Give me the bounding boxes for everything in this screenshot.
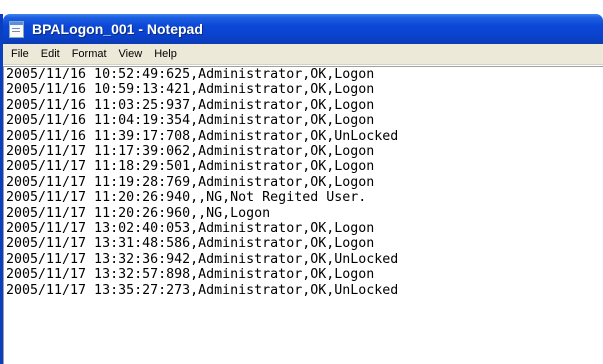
text-line: 2005/11/16 11:03:25:937,Administrator,OK…: [6, 97, 375, 113]
text-line: 2005/11/16 11:39:17:708,Administrator,OK…: [6, 128, 399, 144]
text-line: 2005/11/16 10:59:13:421,Administrator,OK…: [6, 82, 375, 98]
text-editor[interactable]: 2005/11/16 10:52:49:625,Administrator,OK…: [3, 66, 603, 364]
text-line: 2005/11/17 13:32:57:898,Administrator,OK…: [6, 267, 375, 283]
title-bar[interactable]: BPALogon_001 - Notepad: [3, 14, 603, 44]
text-line: 2005/11/17 11:20:26:960,,NG,Logon: [6, 205, 271, 221]
text-line: 2005/11/17 11:17:39:062,Administrator,OK…: [6, 144, 375, 160]
text-line: 2005/11/17 11:19:28:769,Administrator,OK…: [6, 174, 375, 190]
menu-edit[interactable]: Edit: [35, 44, 66, 64]
menu-file[interactable]: File: [5, 44, 35, 64]
text-content: 2005/11/16 10:52:49:625,Administrator,OK…: [4, 67, 603, 298]
menu-view[interactable]: View: [113, 44, 149, 64]
text-line: 2005/11/17 13:35:27:273,Administrator,OK…: [6, 282, 399, 298]
notepad-window: BPALogon_001 - Notepad File Edit Format …: [0, 14, 603, 364]
text-line: 2005/11/17 11:18:29:501,Administrator,OK…: [6, 159, 375, 175]
text-line: 2005/11/17 13:32:36:942,Administrator,OK…: [6, 251, 399, 267]
window-title: BPALogon_001 - Notepad: [32, 21, 203, 37]
menu-help[interactable]: Help: [148, 44, 183, 64]
text-line: 2005/11/17 13:02:40:053,Administrator,OK…: [6, 221, 375, 237]
menu-format[interactable]: Format: [66, 44, 113, 64]
text-line: 2005/11/16 10:52:49:625,Administrator,OK…: [6, 67, 375, 82]
menu-bar: File Edit Format View Help: [3, 44, 603, 65]
text-line: 2005/11/17 11:20:26:940,,NG,Not Regited …: [6, 190, 367, 206]
text-line: 2005/11/17 13:31:48:586,Administrator,OK…: [6, 236, 375, 252]
notepad-icon[interactable]: [9, 20, 24, 38]
background-strip: [0, 0, 603, 14]
text-line: 2005/11/16 11:04:19:354,Administrator,OK…: [6, 113, 375, 129]
